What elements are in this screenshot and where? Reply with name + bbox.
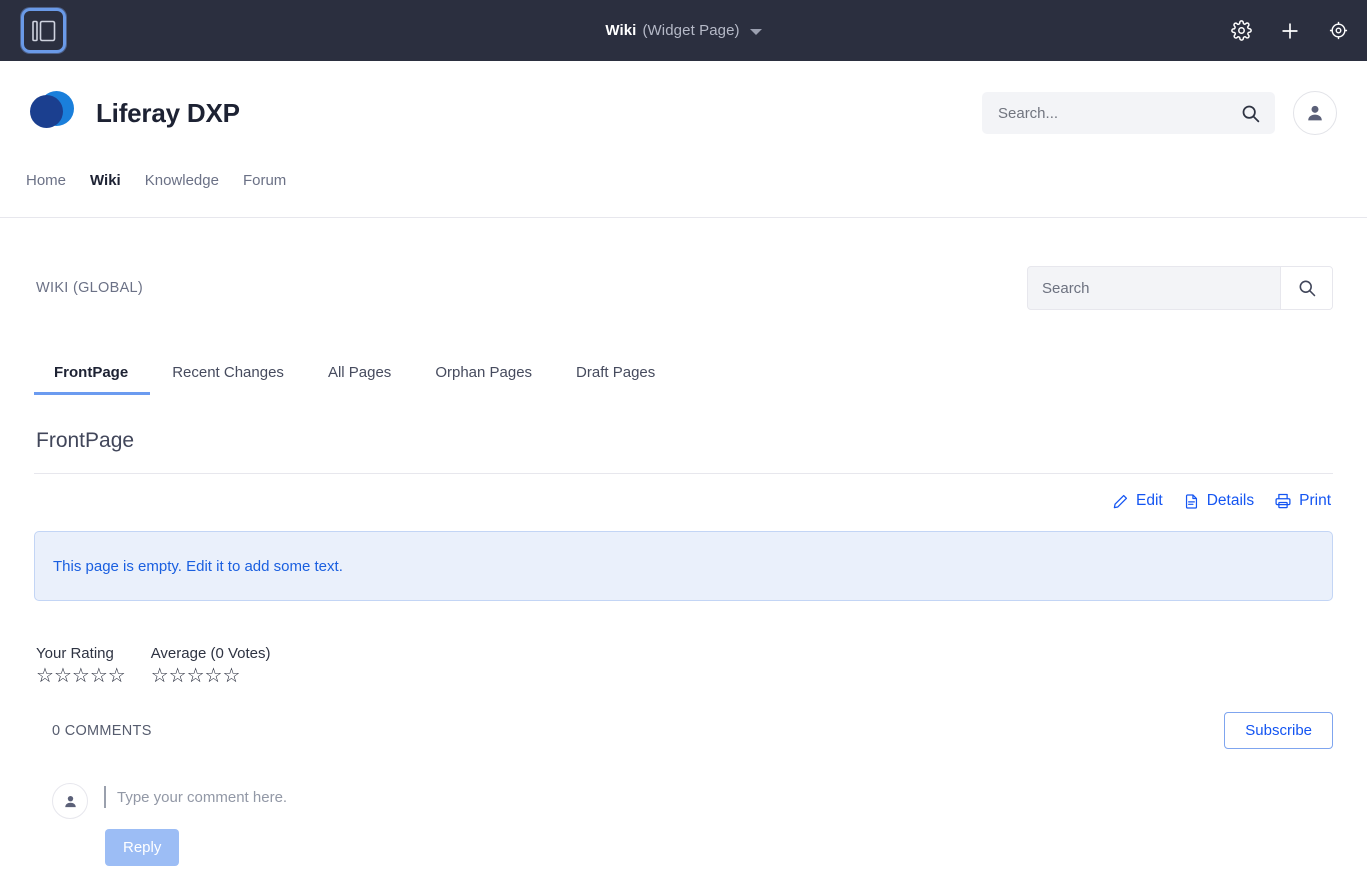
global-search-input[interactable] xyxy=(996,103,1240,123)
comments-count: 0 COMMENTS xyxy=(52,722,152,739)
comments-header: 0 COMMENTS Subscribe xyxy=(34,712,1333,749)
comment-placeholder: Type your comment here. xyxy=(117,788,288,806)
page-actions: Edit Details Print xyxy=(34,492,1333,510)
wiki-scope-label: WIKI (GLOBAL) xyxy=(36,280,144,296)
your-rating-stars[interactable]: ☆ ☆ ☆ ☆ ☆ xyxy=(36,666,126,686)
nav-item-wiki[interactable]: Wiki xyxy=(90,172,145,189)
empty-page-alert: This page is empty. Edit it to add some … xyxy=(34,531,1333,601)
rating-star[interactable]: ☆ xyxy=(54,666,72,686)
rating-star[interactable]: ☆ xyxy=(169,666,187,686)
edit-action-label: Edit xyxy=(1136,492,1163,509)
average-rating-stars: ☆ ☆ ☆ ☆ ☆ xyxy=(151,666,271,686)
pencil-icon xyxy=(1113,494,1128,508)
tab-draft-pages[interactable]: Draft Pages xyxy=(554,364,677,395)
details-action-label: Details xyxy=(1206,492,1255,509)
rating-star[interactable]: ☆ xyxy=(205,666,223,686)
print-action-label: Print xyxy=(1299,492,1331,509)
average-rating-label: Average (0 Votes) xyxy=(150,645,271,662)
rating-star[interactable]: ☆ xyxy=(36,666,54,686)
wiki-portlet: WIKI (GLOBAL) FrontPage Recent Changes A… xyxy=(0,218,1367,866)
tab-recent-changes[interactable]: Recent Changes xyxy=(150,364,306,395)
rating-star[interactable]: ☆ xyxy=(151,666,169,686)
empty-page-message: This page is empty. Edit it to add some … xyxy=(53,557,343,575)
average-rating-group: Average (0 Votes) ☆ ☆ ☆ ☆ ☆ xyxy=(151,645,271,686)
chevron-down-icon xyxy=(749,28,762,35)
global-search[interactable] xyxy=(982,92,1275,134)
page-selector-title: Wiki xyxy=(605,22,637,39)
comment-input[interactable]: Type your comment here. xyxy=(104,783,1333,811)
gear-icon[interactable] xyxy=(1231,20,1252,41)
site-header: Liferay DXP Home Wiki Knowledge Forum xyxy=(0,61,1367,218)
rating-star[interactable]: ☆ xyxy=(90,666,108,686)
page-selector-subtitle: (Widget Page) xyxy=(642,22,740,39)
title-divider xyxy=(34,473,1333,474)
your-rating-label: Your Rating xyxy=(36,645,114,662)
top-actions xyxy=(1231,20,1349,42)
comment-composer: Type your comment here. Reply xyxy=(34,783,1333,866)
compose-column: Type your comment here. Reply xyxy=(104,783,1333,866)
user-icon xyxy=(1308,105,1322,121)
user-avatar[interactable] xyxy=(1293,91,1337,135)
commenter-avatar xyxy=(52,783,88,819)
text-cursor xyxy=(104,786,106,808)
nav-item-home[interactable]: Home xyxy=(26,172,90,189)
rating-star[interactable]: ☆ xyxy=(108,666,126,686)
wiki-search-button[interactable] xyxy=(1280,267,1332,309)
details-action[interactable]: Details xyxy=(1183,492,1254,510)
rating-star[interactable]: ☆ xyxy=(72,666,90,686)
tab-all-pages[interactable]: All Pages xyxy=(306,364,413,395)
header-right xyxy=(982,91,1337,135)
rating-star[interactable]: ☆ xyxy=(187,666,205,686)
nav-item-knowledge[interactable]: Knowledge xyxy=(145,172,243,189)
page-title: FrontPage xyxy=(36,429,135,452)
printer-icon xyxy=(1275,493,1291,509)
your-rating-group: Your Rating ☆ ☆ ☆ ☆ ☆ xyxy=(36,645,126,686)
user-icon xyxy=(64,795,76,807)
site-navigation: Home Wiki Knowledge Forum xyxy=(26,172,310,189)
reply-button[interactable]: Reply xyxy=(105,829,180,866)
wiki-tabs: FrontPage Recent Changes All Pages Orpha… xyxy=(34,364,1333,395)
brand-name: Liferay DXP xyxy=(96,97,240,128)
wiki-toolbar: WIKI (GLOBAL) xyxy=(34,218,1333,310)
document-icon xyxy=(1185,493,1197,509)
plus-icon[interactable] xyxy=(1279,20,1301,42)
rating-star[interactable]: ☆ xyxy=(222,666,240,686)
top-control-bar: Wiki (Widget Page) xyxy=(0,0,1367,61)
tab-orphan-pages[interactable]: Orphan Pages xyxy=(413,364,554,395)
globe-icon[interactable] xyxy=(1328,20,1349,41)
search-icon[interactable] xyxy=(1240,103,1261,124)
subscribe-button[interactable]: Subscribe xyxy=(1224,712,1333,749)
liferay-logo-icon xyxy=(30,91,74,135)
print-action[interactable]: Print xyxy=(1274,492,1331,510)
page-selector[interactable]: Wiki (Widget Page) xyxy=(0,22,1367,39)
ratings-section: Your Rating ☆ ☆ ☆ ☆ ☆ Average (0 Votes) ☆ ☆ ☆ ☆… xyxy=(34,645,1333,686)
nav-item-forum[interactable]: Forum xyxy=(243,172,310,189)
search-icon xyxy=(1299,280,1315,297)
wiki-search-input[interactable] xyxy=(1028,267,1280,309)
tab-frontpage[interactable]: FrontPage xyxy=(34,364,151,395)
edit-action[interactable]: Edit xyxy=(1112,492,1163,510)
wiki-search[interactable] xyxy=(1027,266,1333,310)
